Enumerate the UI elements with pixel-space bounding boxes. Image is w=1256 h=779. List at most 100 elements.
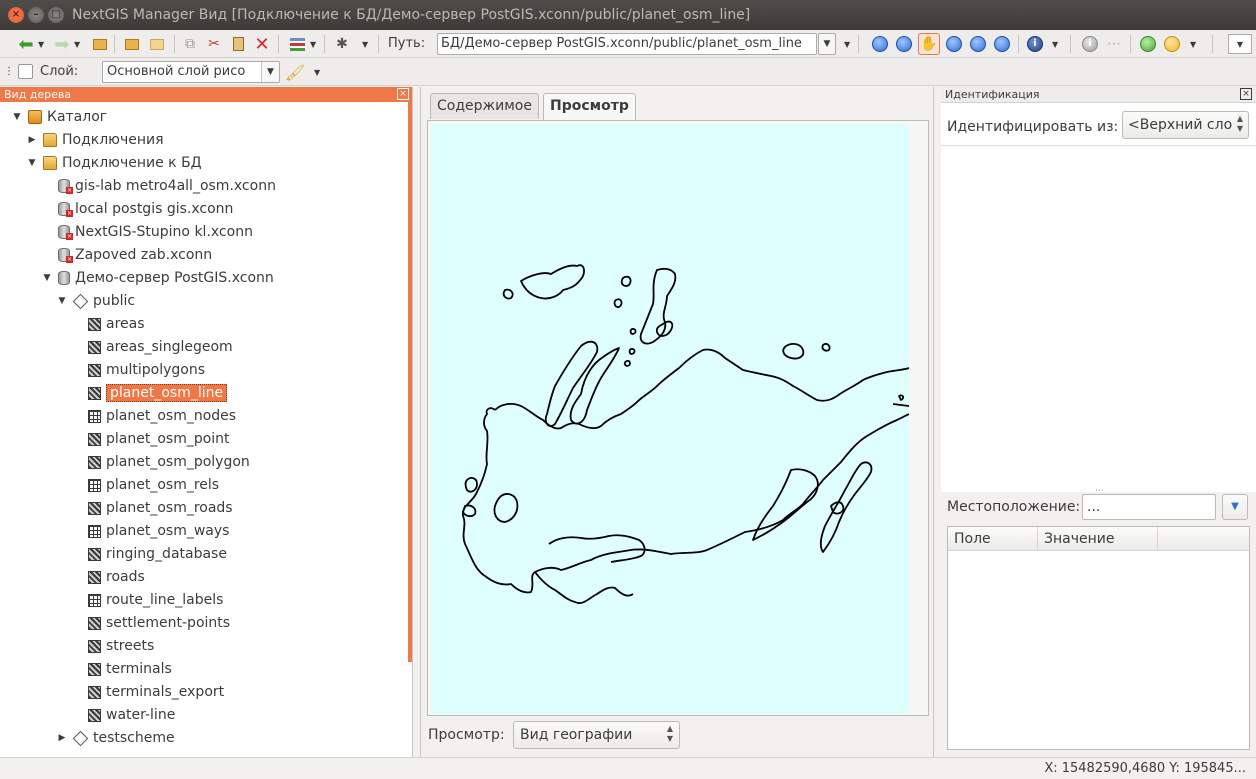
tree-item[interactable]: × Zapoved zab.xconn [40,244,212,266]
copy-icon[interactable]: ⧉ [180,34,200,54]
brush-dropdown[interactable]: ▼ [314,68,320,77]
location-dropdown-button[interactable]: ▼ [1222,494,1248,520]
toolbar-separator [278,35,279,53]
tree-item[interactable]: terminals [70,658,172,680]
tree-item[interactable]: planet_osm_point [70,428,230,450]
tree-item[interactable]: ▼ Подключение к БД [25,152,202,174]
tree-item[interactable]: planet_osm_line [70,382,228,404]
next-extent-icon[interactable] [992,34,1012,54]
zoom-in-icon[interactable] [870,34,890,54]
forward-history-dropdown[interactable]: ▼ [74,40,80,49]
full-extent-icon[interactable] [944,34,964,54]
error-badge-icon: × [66,187,73,194]
pause-icon[interactable] [1162,34,1182,54]
toolbar-overflow-dropdown[interactable]: ▼ [362,40,368,49]
back-arrow-icon[interactable]: ⬅ [16,34,36,55]
tree-item[interactable]: ▶ testscheme [55,727,175,749]
tree-item[interactable]: planet_osm_polygon [70,451,250,473]
expander-open-icon[interactable]: ▼ [40,273,54,283]
column-header-field[interactable]: Поле [948,527,1038,551]
close-icon[interactable]: × [1240,88,1252,100]
view-mode-icon[interactable] [287,34,307,54]
tree-item-label: Демо-сервер PostGIS.xconn [75,270,274,286]
disconnect-folder-icon[interactable] [147,34,167,54]
task-toolbar-overflow[interactable]: ▼ [1190,40,1196,49]
layer-select[interactable]: Основной слой рисо ▼ [102,61,280,83]
toolbar-separator [378,35,379,53]
expander-closed-icon[interactable]: ▶ [25,135,39,145]
expander-open-icon[interactable]: ▼ [55,296,69,306]
preview-frame [427,120,929,716]
tree-item[interactable]: × NextGIS-Stupino kl.xconn [40,221,253,243]
tree-item[interactable]: multipolygons [70,359,205,381]
connect-folder-icon[interactable] [122,34,142,54]
tree-item[interactable]: settlement-points [70,612,230,634]
play-icon[interactable] [1138,34,1158,54]
attributes-grid[interactable]: Поле Значение [947,526,1250,750]
tree-item[interactable]: route_line_labels [70,589,223,611]
identify-from-select[interactable]: <Верхний сло ▲ ▼ [1122,111,1249,139]
extra-toolbar-dropdown[interactable]: ▼ [1228,34,1252,54]
view-mode-dropdown[interactable]: ▼ [310,40,316,49]
window-close-button[interactable]: × [8,7,24,23]
path-history-dropdown[interactable]: ▼ [818,33,836,55]
tree-item[interactable]: planet_osm_nodes [70,405,236,427]
eraser-brush-icon[interactable]: 🖌 [285,62,305,82]
tree-item-label: planet_osm_point [106,431,230,447]
tree-item[interactable]: roads [70,566,145,588]
tree-item-label: terminals_export [106,684,225,700]
zoom-out-icon[interactable] [894,34,914,54]
identify-dropdown[interactable]: ▼ [1052,40,1058,49]
tab-contents[interactable]: Содержимое [430,93,539,119]
tree-item[interactable]: areas_singlegeom [70,336,233,358]
paste-icon[interactable] [228,34,248,54]
table-icon [88,478,101,492]
tree-item[interactable]: ▼ Демо-сервер PostGIS.xconn [40,267,274,289]
window-maximize-button[interactable]: □ [48,7,64,23]
window-minimize-button[interactable]: – [28,7,44,23]
layer-visibility-checkbox[interactable] [18,64,33,79]
column-header-value[interactable]: Значение [1038,527,1158,551]
db-error-icon: × [58,248,73,263]
tree-item[interactable]: ▼ Каталог [10,106,108,128]
expander-closed-icon[interactable]: ▶ [55,733,69,743]
expander-open-icon[interactable]: ▼ [25,158,39,168]
path-input[interactable]: БД/Демо-сервер PostGIS.xconn/public/plan… [437,33,817,55]
map-preview[interactable] [431,124,910,714]
settings-gear-icon[interactable]: ✱ [332,34,352,54]
previous-extent-icon[interactable] [968,34,988,54]
tree-item[interactable]: water-line [70,704,175,726]
toolbar-separator [1130,35,1131,53]
tree-item[interactable]: × local postgis gis.xconn [40,198,233,220]
tree-item[interactable]: planet_osm_roads [70,497,233,519]
details-icon[interactable]: ⋯ [1104,34,1124,54]
location-input[interactable]: ... [1082,494,1216,520]
tab-preview[interactable]: Просмотр [543,93,636,120]
cut-icon[interactable]: ✂ [204,34,224,54]
expander-open-icon[interactable]: ▼ [10,112,24,122]
back-history-dropdown[interactable]: ▼ [38,40,44,49]
properties-info-icon[interactable]: i [1080,34,1100,54]
tree-item-label: planet_osm_line [106,384,228,402]
folder-up-icon[interactable] [90,34,110,54]
tree-item[interactable]: planet_osm_rels [70,474,219,496]
tree-item[interactable]: streets [70,635,154,657]
close-icon[interactable]: × [397,88,409,100]
toolbar-separator [1018,35,1019,53]
identify-results-list[interactable] [941,145,1256,487]
tree-item[interactable]: terminals_export [70,681,224,703]
pan-hand-icon[interactable]: ✋ [918,33,940,55]
tree-item[interactable]: ▼ public [55,290,136,312]
identify-info-icon[interactable]: i [1025,34,1045,54]
tree-item[interactable]: × gis-lab metro4all_osm.xconn [40,175,276,197]
tree-item[interactable]: ▶ Подключения [25,129,164,151]
tree-scrollbar[interactable] [408,102,412,662]
forward-arrow-icon[interactable]: ➡ [52,34,72,55]
updown-arrow-icon: ▲ ▼ [666,724,673,743]
view-mode-select[interactable]: Вид географии ▲ ▼ [513,721,680,749]
path-toolbar-overflow[interactable]: ▼ [844,40,850,49]
tree-item[interactable]: areas [70,313,145,335]
tree-item[interactable]: planet_osm_ways [70,520,229,542]
tree-item[interactable]: ringing_database [70,543,227,565]
delete-icon[interactable]: ✕ [252,34,272,55]
